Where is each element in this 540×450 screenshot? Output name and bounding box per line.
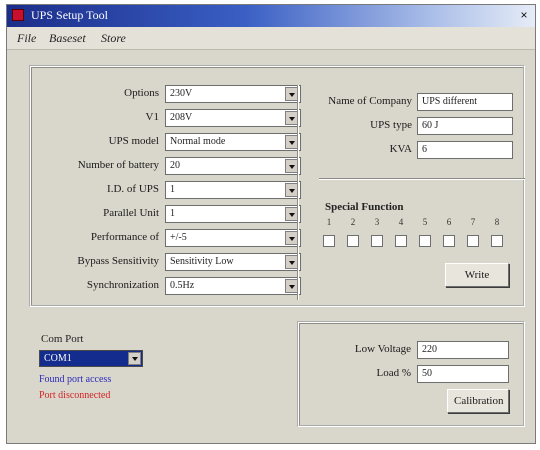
special-function-checkbox-1[interactable] bbox=[323, 235, 335, 247]
ups-model-dropdown[interactable]: Normal mode bbox=[165, 133, 301, 151]
load-field[interactable]: 50 bbox=[417, 365, 509, 383]
right-divider bbox=[319, 178, 525, 180]
low-voltage-field[interactable]: 220 bbox=[417, 341, 509, 359]
port-status-ok: Found port access bbox=[39, 374, 112, 385]
com-port-title: Com Port bbox=[41, 333, 84, 345]
special-function-checkbox-4[interactable] bbox=[395, 235, 407, 247]
options-label: Options bbox=[124, 87, 159, 99]
close-icon[interactable]: × bbox=[517, 8, 531, 22]
parallel-unit-dropdown[interactable]: 1 bbox=[165, 205, 301, 223]
ups-id-value: 1 bbox=[170, 184, 175, 195]
company-name-label: Name of Company bbox=[328, 95, 412, 107]
bypass-sensitivity-value: Sensitivity Low bbox=[170, 256, 234, 267]
bypass-sensitivity-label: Bypass Sensitivity bbox=[77, 255, 159, 267]
special-function-checkbox-5[interactable] bbox=[419, 235, 431, 247]
special-function-checkbox-6[interactable] bbox=[443, 235, 455, 247]
menu-baseset[interactable]: Baseset bbox=[49, 31, 86, 46]
special-function-checkbox-7[interactable] bbox=[467, 235, 479, 247]
synchronization-value: 0.5Hz bbox=[170, 280, 195, 291]
chevron-down-icon[interactable] bbox=[128, 352, 141, 365]
write-button[interactable]: Write bbox=[445, 263, 509, 287]
special-function-number: 7 bbox=[470, 217, 476, 227]
calibration-panel: Low Voltage 220 Load % 50 Calibration bbox=[297, 321, 525, 427]
port-status-error: Port disconnected bbox=[39, 390, 111, 401]
special-function-number: 1 bbox=[326, 217, 332, 227]
special-function-checkbox-8[interactable] bbox=[491, 235, 503, 247]
title-bar[interactable]: UPS Setup Tool × bbox=[7, 5, 535, 27]
synchronization-label: Synchronization bbox=[86, 279, 159, 291]
com-port-value: COM1 bbox=[44, 353, 72, 364]
calibration-button[interactable]: Calibration bbox=[447, 389, 509, 413]
menu-store[interactable]: Store bbox=[101, 31, 126, 46]
com-port-dropdown[interactable]: COM1 bbox=[39, 350, 143, 367]
special-function-title: Special Function bbox=[325, 201, 404, 213]
bypass-sensitivity-dropdown[interactable]: Sensitivity Low bbox=[165, 253, 301, 271]
ups-model-value: Normal mode bbox=[170, 136, 226, 147]
ups-id-dropdown[interactable]: 1 bbox=[165, 181, 301, 199]
performance-value: +/-5 bbox=[170, 232, 187, 243]
company-name-field[interactable]: UPS different bbox=[417, 93, 513, 111]
battery-count-label: Number of battery bbox=[77, 159, 159, 171]
menu-file[interactable]: File bbox=[17, 31, 36, 46]
parallel-unit-value: 1 bbox=[170, 208, 175, 219]
special-function-number: 3 bbox=[374, 217, 380, 227]
performance-dropdown[interactable]: +/-5 bbox=[165, 229, 301, 247]
battery-count-value: 20 bbox=[170, 160, 180, 171]
ups-type-field[interactable]: 60 J bbox=[417, 117, 513, 135]
special-function-number: 6 bbox=[446, 217, 452, 227]
special-function-number: 4 bbox=[398, 217, 404, 227]
special-function-number: 2 bbox=[350, 217, 356, 227]
v1-dropdown[interactable]: 208V bbox=[165, 109, 301, 127]
column-divider bbox=[297, 85, 299, 300]
app-logo-icon bbox=[12, 9, 24, 21]
kva-field[interactable]: 6 bbox=[417, 141, 513, 159]
low-voltage-label: Low Voltage bbox=[354, 343, 411, 355]
synchronization-dropdown[interactable]: 0.5Hz bbox=[165, 277, 301, 295]
ups-id-label: I.D. of UPS bbox=[107, 183, 159, 195]
battery-count-dropdown[interactable]: 20 bbox=[165, 157, 301, 175]
special-function-checkbox-3[interactable] bbox=[371, 235, 383, 247]
app-window: UPS Setup Tool × File Baseset Store Opti… bbox=[6, 4, 536, 444]
special-function-number: 5 bbox=[422, 217, 428, 227]
options-dropdown[interactable]: 230V bbox=[165, 85, 301, 103]
special-function-number: 8 bbox=[494, 217, 500, 227]
menu-bar: File Baseset Store bbox=[7, 27, 535, 50]
kva-label: KVA bbox=[389, 143, 412, 155]
v1-value: 208V bbox=[170, 112, 193, 123]
special-function-checkbox-2[interactable] bbox=[347, 235, 359, 247]
performance-label: Performance of bbox=[90, 231, 159, 243]
parallel-unit-label: Parallel Unit bbox=[103, 207, 159, 219]
load-label: Load % bbox=[376, 367, 411, 379]
ups-type-label: UPS type bbox=[370, 119, 412, 131]
window-title: UPS Setup Tool bbox=[31, 8, 108, 22]
v1-label: V1 bbox=[145, 111, 159, 123]
ups-model-label: UPS model bbox=[108, 135, 159, 147]
options-value: 230V bbox=[170, 88, 193, 99]
